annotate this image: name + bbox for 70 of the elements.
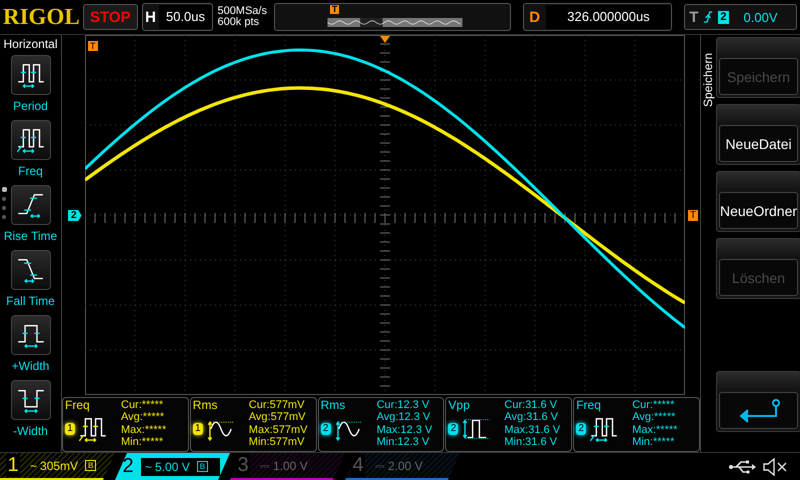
measure-button[interactable] <box>10 380 50 420</box>
measurement-reading: Max:577mV <box>248 424 308 436</box>
measure-button[interactable] <box>10 120 50 160</box>
measure-label[interactable]: Fall Time <box>6 294 55 308</box>
measure-button[interactable] <box>10 185 50 225</box>
measure-button[interactable] <box>10 315 50 355</box>
measurement-reading: Min:***** <box>121 436 164 448</box>
channel-tab[interactable]: 3 ⎓ 1.00 V <box>230 453 345 480</box>
measurement-reading: Cur:31.6 V <box>504 399 558 412</box>
trigger-label: T <box>689 8 698 26</box>
measurement-name: Rms <box>320 399 346 412</box>
measure-label[interactable]: -Width <box>13 424 48 438</box>
rising-edge-icon <box>703 10 714 24</box>
measure-button[interactable] <box>10 250 50 290</box>
measurement-reading: Cur:12.3 V <box>376 399 430 412</box>
measurement-reading: Max:12.3 V <box>376 424 432 436</box>
measurement-reading: Cur:***** <box>632 399 676 412</box>
measurement-reading: Max:31.6 V <box>504 424 560 436</box>
trigger-position-marker: T <box>330 5 340 14</box>
measurement-reading: Avg:***** <box>632 411 676 424</box>
measurement-reading: Max:***** <box>632 424 678 436</box>
measure-label[interactable]: Freq <box>18 164 43 178</box>
softkey-button[interactable]: NeueDatei <box>716 104 800 165</box>
channel-badge: 2 <box>576 423 586 435</box>
channel-badge: 2 <box>448 423 458 435</box>
back-button[interactable] <box>716 371 800 432</box>
measurement-reading: Avg:31.6 V <box>504 411 560 424</box>
measurement-reading: Avg:577mV <box>248 411 306 424</box>
measurement-reading: Avg:12.3 V <box>376 411 432 424</box>
timebase-value: 50.0us <box>158 5 212 29</box>
measurement-name: Rms <box>192 399 218 412</box>
measurement-name: Freq <box>576 399 602 412</box>
channel-tab[interactable]: 1 ~ 305mV B <box>0 453 115 480</box>
measurement-reading: Min:12.3 V <box>376 436 430 448</box>
measure-label[interactable]: +Width <box>12 359 50 373</box>
channel-tab[interactable]: 4 ⎓ 2.00 V <box>345 453 460 480</box>
trigger-level-marker: T <box>688 210 698 221</box>
muted-speaker-icon <box>762 458 788 476</box>
memory-depth: 600k pts <box>217 17 260 28</box>
channel-tab[interactable]: 2 ~ 5.00 V B <box>115 453 230 480</box>
measurement-name: Freq <box>65 399 91 412</box>
trigger-position-marker: T <box>88 41 98 51</box>
trigger-source: 2 <box>718 10 729 24</box>
measurement-reading: Cur:577mV <box>248 399 306 412</box>
channel-badge: 1 <box>65 423 75 435</box>
trigger-point-icon <box>380 36 390 43</box>
measurement-reading: Cur:***** <box>121 399 164 412</box>
channel-marker: 2 <box>68 210 82 221</box>
menu-title: Horizontal <box>3 37 58 51</box>
usb-icon <box>728 460 756 474</box>
delay-value: 326.000000us <box>546 5 672 29</box>
channel-badge: 2 <box>320 423 331 435</box>
run-stop-button[interactable]: STOP <box>83 4 138 30</box>
measurement-reading: Max:***** <box>121 424 166 436</box>
measurement-reading: Min:***** <box>632 436 676 448</box>
delay-label: D <box>528 8 542 26</box>
measure-label[interactable]: Period <box>13 99 48 113</box>
measure-label[interactable]: Rise Time <box>4 229 58 243</box>
measurement-reading: Min:31.6 V <box>504 436 558 448</box>
measure-button[interactable] <box>10 55 50 95</box>
softkey-button[interactable]: NeueOrdner <box>716 171 800 232</box>
sample-rate: 500MSa/s <box>217 6 268 17</box>
brand-logo: RIGOL <box>3 4 79 30</box>
horizontal-label: H <box>144 8 157 26</box>
measurement-reading: Min:577mV <box>248 436 306 448</box>
trigger-level: 0.00V <box>744 10 778 24</box>
channel-badge: 1 <box>192 423 203 435</box>
measurement-name: Vpp <box>448 399 471 412</box>
menu-title: Speichern <box>701 52 715 107</box>
measurement-reading: Avg:***** <box>121 411 166 424</box>
